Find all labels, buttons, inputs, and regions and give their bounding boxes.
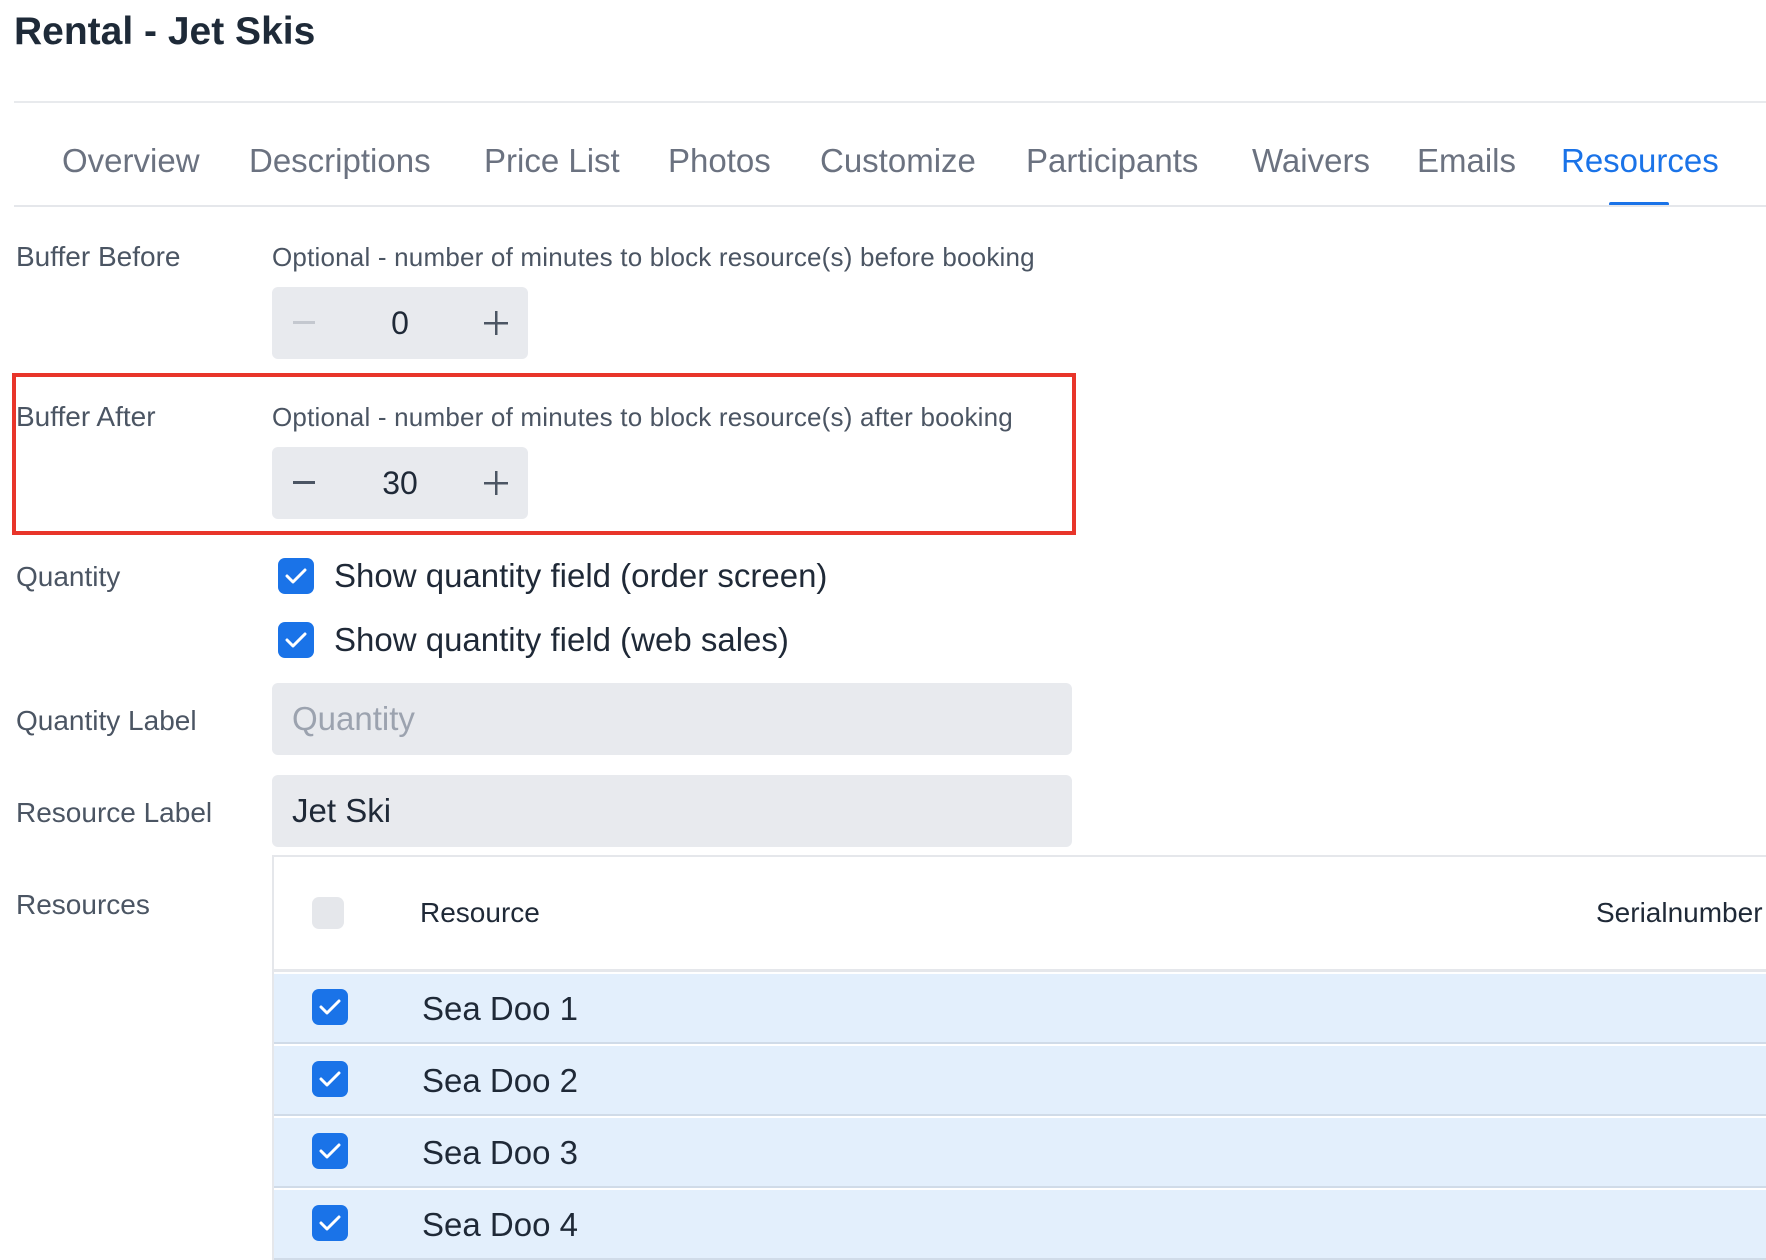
tab-participants[interactable]: Participants: [1026, 142, 1198, 180]
resource-label-field-label: Resource Label: [16, 797, 213, 828]
tab-descriptions[interactable]: Descriptions: [249, 142, 431, 180]
checkmark-icon: [319, 1215, 341, 1231]
highlight-annotation: [12, 373, 1076, 535]
resource-name: Sea Doo 4: [422, 1206, 578, 1243]
buffer-before-help: Optional - number of minutes to block re…: [272, 242, 1035, 272]
tab-bar: Overview Descriptions Price List Photos …: [14, 120, 1766, 206]
input-placeholder: Quantity: [292, 700, 415, 737]
tab-photos[interactable]: Photos: [668, 142, 771, 180]
column-header-serialnumber[interactable]: Serialnumber: [1596, 897, 1763, 929]
tab-overview[interactable]: Overview: [62, 142, 200, 180]
checkmark-icon: [319, 1143, 341, 1159]
input-value: Jet Ski: [292, 792, 392, 829]
decrement-button[interactable]: [272, 287, 336, 359]
checkbox-label: Show quantity field (web sales): [334, 621, 789, 658]
buffer-before-label: Buffer Before: [16, 241, 181, 272]
resource-label-input[interactable]: Jet Ski: [272, 775, 1072, 847]
checkbox-checked-icon[interactable]: [278, 622, 314, 658]
row-checkbox[interactable]: [312, 1061, 348, 1097]
row-checkbox[interactable]: [312, 1133, 348, 1169]
divider: [14, 205, 1766, 207]
quantity-label-field-label: Quantity Label: [16, 705, 197, 736]
show-quantity-order-screen-checkbox[interactable]: Show quantity field (order screen): [278, 556, 827, 596]
table-row[interactable]: Sea Doo 2: [274, 1046, 1766, 1116]
table-row[interactable]: Sea Doo 1: [274, 974, 1766, 1044]
checkmark-icon: [285, 632, 307, 648]
table-header: Resource Serialnumber: [274, 857, 1766, 972]
row-checkbox[interactable]: [312, 989, 348, 1025]
resource-name: Sea Doo 3: [422, 1134, 578, 1171]
tab-emails[interactable]: Emails: [1417, 142, 1516, 180]
buffer-before-value[interactable]: 0: [336, 287, 464, 359]
table-row[interactable]: Sea Doo 4: [274, 1190, 1766, 1260]
tab-waivers[interactable]: Waivers: [1252, 142, 1370, 180]
resources-label: Resources: [16, 889, 150, 920]
tab-customize[interactable]: Customize: [820, 142, 976, 180]
divider: [14, 101, 1766, 103]
resource-name: Sea Doo 2: [422, 1062, 578, 1099]
resources-table: Resource Serialnumber Sea Doo 1 Sea Doo …: [272, 855, 1766, 1260]
select-all-checkbox[interactable]: [312, 897, 344, 929]
checkmark-icon: [285, 568, 307, 584]
table-row[interactable]: Sea Doo 3: [274, 1118, 1766, 1188]
tab-resources[interactable]: Resources: [1561, 142, 1719, 180]
resource-name: Sea Doo 1: [422, 990, 578, 1027]
quantity-label-input[interactable]: Quantity: [272, 683, 1072, 755]
checkmark-icon: [319, 999, 341, 1015]
checkbox-label: Show quantity field (order screen): [334, 557, 828, 594]
column-header-resource[interactable]: Resource: [420, 897, 540, 929]
checkmark-icon: [319, 1071, 341, 1087]
checkbox-checked-icon[interactable]: [278, 558, 314, 594]
increment-button[interactable]: [464, 287, 528, 359]
minus-icon: [293, 321, 315, 324]
page-title: Rental - Jet Skis: [14, 10, 316, 53]
row-checkbox[interactable]: [312, 1205, 348, 1241]
buffer-before-stepper: 0: [272, 287, 528, 359]
quantity-label: Quantity: [16, 561, 121, 592]
tab-price-list[interactable]: Price List: [484, 142, 620, 180]
plus-icon: [484, 311, 508, 335]
show-quantity-web-sales-checkbox[interactable]: Show quantity field (web sales): [278, 620, 789, 660]
